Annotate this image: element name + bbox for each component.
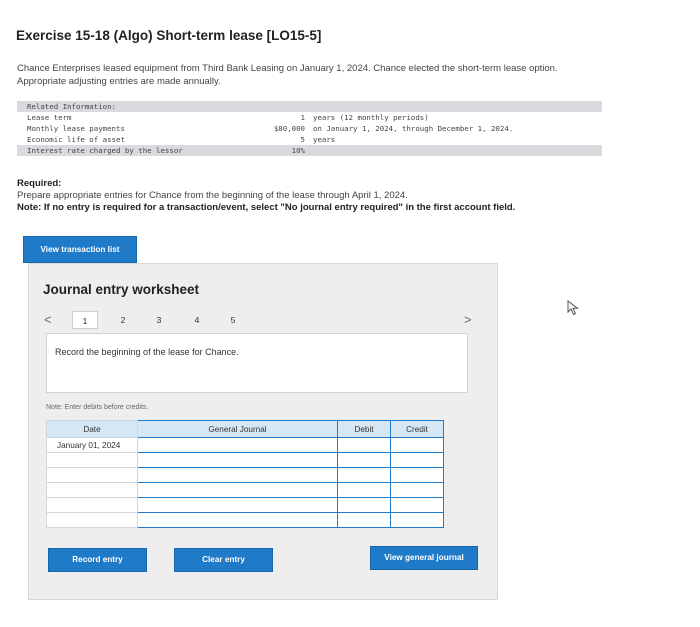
clear-entry-button[interactable]: Clear entry: [174, 548, 273, 572]
view-general-journal-button[interactable]: View general journal: [370, 546, 478, 570]
mouse-pointer-icon: [567, 300, 579, 316]
page-4-tab[interactable]: 4: [184, 311, 210, 329]
table-row: [46, 482, 444, 498]
worksheet-title: Journal entry worksheet: [43, 282, 200, 297]
info-detail: years: [313, 135, 336, 144]
record-entry-button[interactable]: Record entry: [48, 548, 147, 572]
info-label: Economic life of asset: [27, 135, 125, 144]
info-detail: on January 1, 2024, through December 1, …: [313, 124, 514, 133]
info-value: $80,000: [273, 124, 305, 133]
account-cell[interactable]: [137, 497, 338, 513]
account-cell[interactable]: [137, 452, 338, 468]
instruction-text: Record the beginning of the lease for Ch…: [55, 347, 239, 357]
credit-cell[interactable]: [390, 437, 444, 453]
credit-column-header: Credit: [390, 420, 444, 438]
table-row: January 01, 2024: [46, 437, 444, 453]
account-cell[interactable]: [137, 482, 338, 498]
table-row: [46, 452, 444, 468]
table-row: [46, 512, 444, 528]
credit-cell[interactable]: [390, 452, 444, 468]
intro-text: Chance Enterprises leased equipment from…: [17, 62, 677, 88]
debit-column-header: Debit: [337, 420, 391, 438]
account-cell[interactable]: [137, 437, 338, 453]
general-journal-column-header: General Journal: [137, 420, 338, 438]
debit-cell[interactable]: [337, 512, 391, 528]
date-cell[interactable]: [46, 482, 138, 498]
related-info-heading: Related Information:: [27, 102, 116, 111]
debit-cell[interactable]: [337, 437, 391, 453]
worksheet-pager: < 1 2 3 4 5 >: [44, 310, 474, 330]
view-transaction-list-button[interactable]: View transaction list: [23, 236, 137, 263]
info-label: Monthly lease payments: [27, 124, 125, 133]
debits-note: Note: Enter debits before credits.: [46, 404, 149, 411]
table-row: [46, 467, 444, 483]
date-cell[interactable]: [46, 497, 138, 513]
info-label: Lease term: [27, 113, 72, 122]
date-cell[interactable]: January 01, 2024: [46, 437, 138, 453]
intro-line-2: Appropriate adjusting entries are made a…: [17, 76, 221, 87]
credit-cell[interactable]: [390, 482, 444, 498]
required-text: Prepare appropriate entries for Chance f…: [17, 190, 408, 201]
required-note: Note: If no entry is required for a tran…: [17, 202, 516, 213]
debit-cell[interactable]: [337, 482, 391, 498]
credit-cell[interactable]: [390, 467, 444, 483]
account-cell[interactable]: [137, 512, 338, 528]
instruction-box: [46, 333, 468, 393]
info-label: Interest rate charged by the lessor: [27, 146, 183, 155]
info-detail: years (12 monthly periods): [313, 113, 429, 122]
chevron-left-icon[interactable]: <: [44, 310, 58, 330]
table-row: [46, 497, 444, 513]
page-2-tab[interactable]: 2: [110, 311, 136, 329]
related-information-panel: Related Information: Lease term 1 years …: [17, 101, 602, 159]
journal-entry-table: Date General Journal Debit Credit Januar…: [46, 420, 444, 528]
chevron-right-icon[interactable]: >: [464, 310, 478, 330]
page-1-tab[interactable]: 1: [72, 311, 98, 329]
debit-cell[interactable]: [337, 497, 391, 513]
account-cell[interactable]: [137, 467, 338, 483]
debit-cell[interactable]: [337, 467, 391, 483]
info-value: 5: [300, 135, 305, 144]
required-heading: Required:: [17, 178, 62, 189]
info-value: 10%: [291, 146, 305, 155]
table-header-row: Date General Journal Debit Credit: [46, 420, 444, 438]
date-column-header: Date: [46, 420, 138, 438]
page-5-tab[interactable]: 5: [220, 311, 246, 329]
page-3-tab[interactable]: 3: [146, 311, 172, 329]
debit-cell[interactable]: [337, 452, 391, 468]
info-value: 1: [300, 113, 305, 122]
credit-cell[interactable]: [390, 497, 444, 513]
intro-line-1: Chance Enterprises leased equipment from…: [17, 63, 558, 74]
credit-cell[interactable]: [390, 512, 444, 528]
date-cell[interactable]: [46, 452, 138, 468]
date-cell[interactable]: [46, 512, 138, 528]
date-cell[interactable]: [46, 467, 138, 483]
page-title: Exercise 15-18 (Algo) Short-term lease […: [16, 28, 322, 43]
